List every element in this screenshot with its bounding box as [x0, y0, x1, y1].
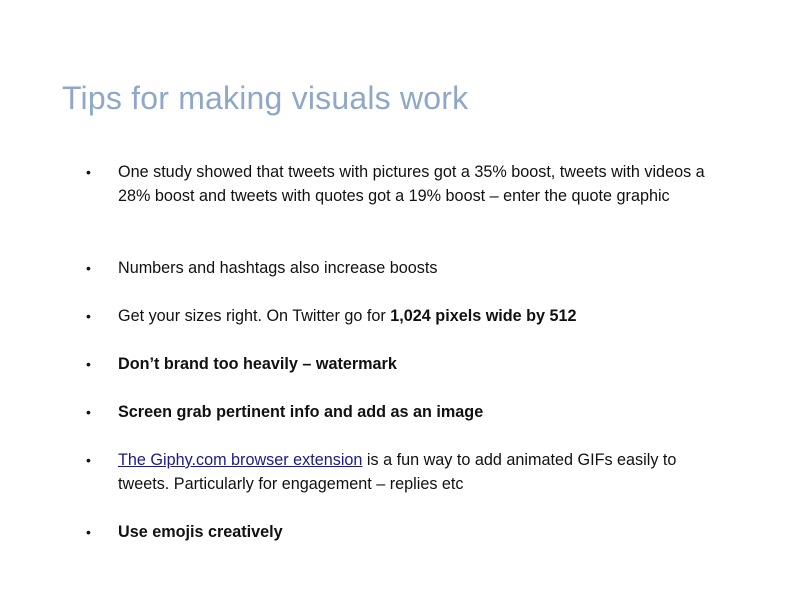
bullet-item-giphy: • The Giphy.com browser extension is a f… — [86, 448, 726, 496]
slide: Tips for making visuals work • One study… — [0, 0, 794, 595]
bullet-text: One study showed that tweets with pictur… — [118, 163, 705, 205]
bullet-text-emphasis: 1,024 pixels wide by 512 — [390, 307, 577, 325]
giphy-extension-link[interactable]: The Giphy.com browser extension — [118, 451, 362, 469]
bullet-text: Get your sizes right. On Twitter go for … — [118, 304, 726, 328]
bullet-icon: • — [86, 308, 91, 324]
bullet-text-plain: Get your sizes right. On Twitter go for — [118, 307, 391, 325]
bullet-item-screen-grab: • Screen grab pertinent info and add as … — [86, 400, 726, 424]
bullet-text: Numbers and hashtags also increase boost… — [118, 259, 438, 277]
bullet-icon: • — [86, 524, 91, 540]
bullet-item-numbers-hashtags: • Numbers and hashtags also increase boo… — [86, 256, 726, 280]
bullet-icon: • — [86, 164, 91, 180]
slide-title: Tips for making visuals work — [62, 80, 469, 116]
bullet-item-emojis: • Use emojis creatively — [86, 520, 726, 544]
bullet-text: The Giphy.com browser extension is a fun… — [118, 448, 726, 496]
bullet-icon: • — [86, 356, 91, 372]
bullet-icon: • — [86, 452, 91, 468]
bullet-text: Screen grab pertinent info and add as an… — [118, 403, 484, 421]
bullet-icon: • — [86, 260, 91, 276]
bullet-icon: • — [86, 404, 91, 420]
bullet-text: Don’t brand too heavily – watermark — [118, 355, 397, 373]
bullet-item-image-sizes: • Get your sizes right. On Twitter go fo… — [86, 304, 726, 328]
bullet-item-tweet-boost-study: • One study showed that tweets with pict… — [86, 160, 726, 208]
bullet-text: Use emojis creatively — [118, 523, 283, 541]
bullet-item-branding: • Don’t brand too heavily – watermark — [86, 352, 726, 376]
